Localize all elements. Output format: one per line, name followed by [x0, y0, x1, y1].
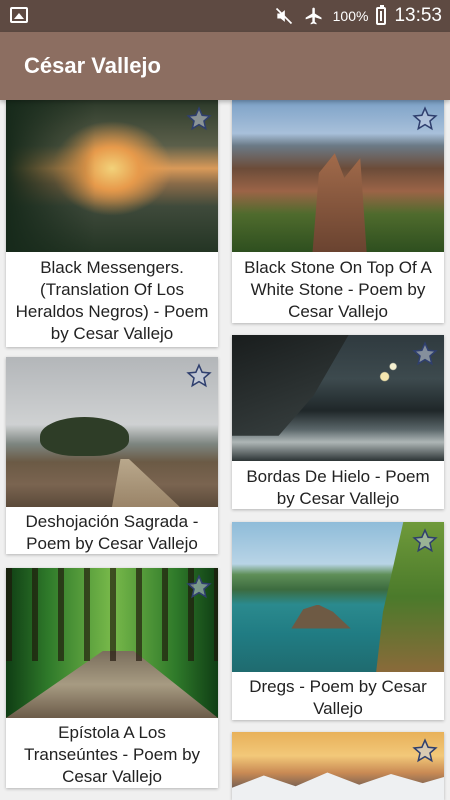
- favorite-star-icon[interactable]: [412, 738, 438, 764]
- favorite-star-icon[interactable]: [412, 528, 438, 554]
- card-title: Bordas De Hielo - Poem by Cesar Vallejo: [246, 467, 430, 508]
- poem-card[interactable]: Epístola A Los Transeúntes - Poem by Ces…: [6, 568, 218, 788]
- page-title: César Vallejo: [24, 53, 161, 78]
- card-title: Dregs - Poem by Cesar Vallejo: [249, 677, 427, 718]
- status-icons: 100% 13:53: [273, 0, 442, 32]
- favorite-star-icon[interactable]: [186, 574, 212, 600]
- card-title: Epístola A Los Transeúntes - Poem by Ces…: [23, 723, 201, 786]
- battery-percent: 100%: [332, 8, 369, 24]
- app-bar: César Vallejo: [0, 32, 450, 100]
- battery-icon: [376, 5, 387, 25]
- card-title: Black Stone On Top Of A White Stone - Po…: [244, 258, 432, 321]
- mute-icon: [275, 7, 292, 25]
- favorite-star-icon[interactable]: [412, 341, 438, 367]
- poem-card[interactable]: Deshojación Sagrada - Poem by Cesar Vall…: [6, 357, 218, 554]
- poem-card[interactable]: Black Messengers. (Translation Of Los He…: [6, 100, 218, 347]
- status-bar: 100% 13:53: [0, 0, 450, 32]
- poem-card[interactable]: Black Stone On Top Of A White Stone - Po…: [232, 100, 444, 323]
- favorite-star-icon[interactable]: [186, 106, 212, 132]
- poem-card[interactable]: [232, 732, 444, 800]
- poem-card[interactable]: Dregs - Poem by Cesar Vallejo: [232, 522, 444, 720]
- favorite-star-icon[interactable]: [186, 363, 212, 389]
- clock-time: 13:53: [394, 5, 442, 26]
- poem-card[interactable]: Bordas De Hielo - Poem by Cesar Vallejo: [232, 335, 444, 509]
- gallery-notification-icon: [10, 7, 28, 23]
- card-title: Deshojación Sagrada - Poem by Cesar Vall…: [25, 512, 199, 553]
- card-title: Black Messengers. (Translation Of Los He…: [15, 258, 209, 343]
- airplane-mode-icon: [305, 7, 322, 25]
- favorite-star-icon[interactable]: [412, 106, 438, 132]
